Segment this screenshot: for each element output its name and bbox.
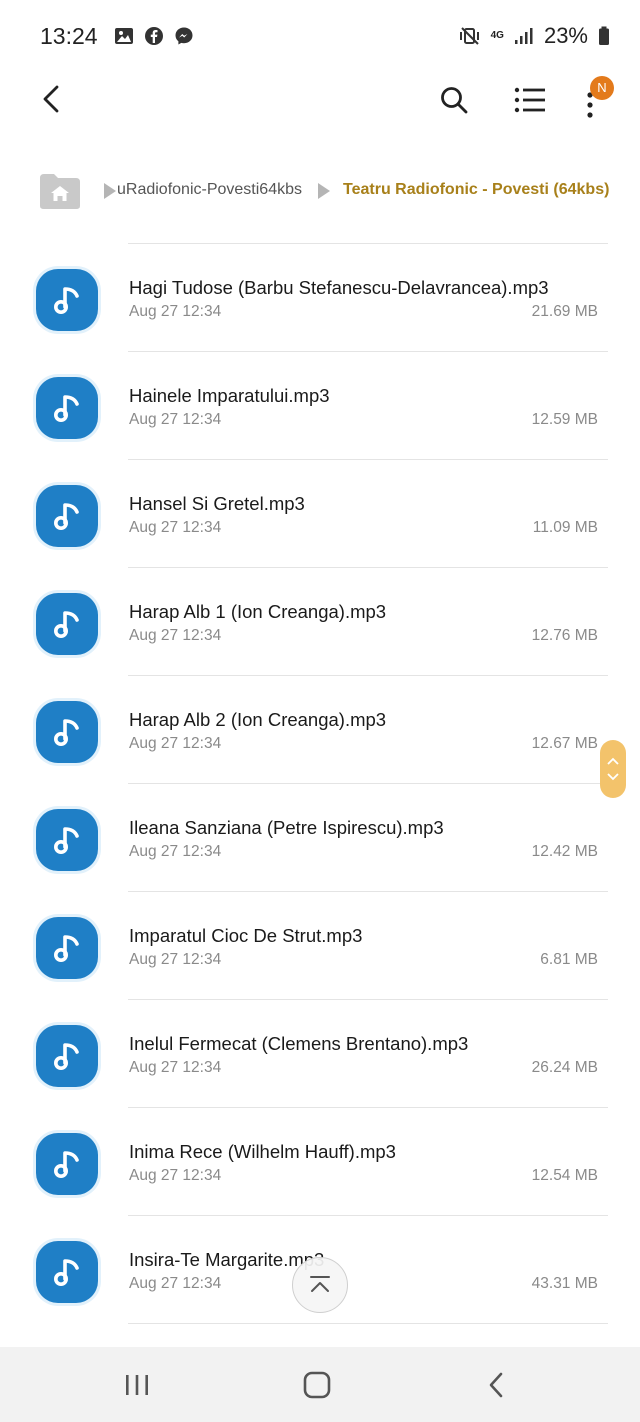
file-row[interactable]: Ileana Sanziana (Petre Ispirescu).mp3 Au… bbox=[0, 784, 640, 891]
network-type-icon: 4G bbox=[490, 30, 504, 41]
battery-percent: 23% bbox=[543, 23, 588, 48]
file-name: Harap Alb 1 (Ion Creanga).mp3 bbox=[129, 601, 387, 622]
file-name: Hansel Si Gretel.mp3 bbox=[129, 493, 305, 514]
chevron-left-icon bbox=[43, 85, 59, 113]
breadcrumb-item[interactable]: uRadiofonic-Povesti64kbs bbox=[117, 181, 302, 199]
battery-icon bbox=[598, 26, 610, 46]
file-name: Hagi Tudose (Barbu Stefanescu-Delavrance… bbox=[129, 277, 549, 298]
file-row[interactable]: Harap Alb 2 (Ion Creanga).mp3 Aug 27 12:… bbox=[0, 676, 640, 783]
file-name: Imparatul Cioc De Strut.mp3 bbox=[129, 925, 363, 946]
music-file-icon bbox=[36, 1241, 98, 1303]
status-bar: 13:24 4G 23% bbox=[0, 0, 640, 72]
search-icon bbox=[441, 87, 468, 114]
scroll-to-top-button[interactable] bbox=[292, 1257, 348, 1313]
navigation-bar bbox=[0, 1347, 640, 1422]
file-row[interactable]: Hagi Tudose (Barbu Stefanescu-Delavrance… bbox=[0, 244, 640, 351]
file-size: 6.81 MB bbox=[540, 951, 598, 968]
music-file-icon bbox=[36, 917, 98, 979]
breadcrumb-separator-icon bbox=[104, 183, 116, 199]
home-nav-icon[interactable] bbox=[303, 1371, 331, 1399]
vibrate-mute-icon bbox=[459, 26, 481, 46]
breadcrumb-current[interactable]: Teatru Radiofonic - Povesti (64kbs) bbox=[343, 181, 609, 199]
music-file-icon bbox=[36, 377, 98, 439]
notification-badge: N bbox=[590, 76, 614, 100]
file-size: 12.59 MB bbox=[531, 411, 598, 428]
file-size: 26.24 MB bbox=[531, 1059, 598, 1076]
file-size: 12.67 MB bbox=[531, 735, 598, 752]
file-row[interactable]: Hansel Si Gretel.mp3 Aug 27 12:34 11.09 … bbox=[0, 460, 640, 567]
status-right: 4G 23% bbox=[459, 23, 610, 49]
facebook-icon bbox=[144, 26, 164, 46]
chevron-down-icon bbox=[607, 773, 619, 781]
file-size: 21.69 MB bbox=[531, 303, 598, 320]
home-folder-icon bbox=[40, 174, 80, 209]
music-file-icon bbox=[36, 593, 98, 655]
gallery-icon bbox=[114, 27, 134, 45]
file-date: Aug 27 12:34 bbox=[129, 843, 222, 860]
file-size: 11.09 MB bbox=[532, 519, 598, 536]
file-row[interactable]: Hainele Imparatului.mp3 Aug 27 12:34 12.… bbox=[0, 352, 640, 459]
status-time: 13:24 bbox=[40, 22, 98, 49]
file-row[interactable]: Imparatul Cioc De Strut.mp3 Aug 27 12:34… bbox=[0, 892, 640, 999]
messenger-icon bbox=[174, 26, 194, 46]
file-row[interactable]: Inima Rece (Wilhelm Hauff).mp3 Aug 27 12… bbox=[0, 1108, 640, 1215]
more-options-button[interactable]: N bbox=[578, 76, 614, 122]
fast-scroll-handle[interactable] bbox=[600, 740, 626, 798]
file-name: Inelul Fermecat (Clemens Brentano).mp3 bbox=[129, 1033, 469, 1054]
file-date: Aug 27 12:34 bbox=[129, 1275, 222, 1292]
signal-icon bbox=[514, 27, 534, 45]
home-button[interactable] bbox=[38, 172, 82, 210]
status-left: 13:24 bbox=[40, 23, 194, 50]
file-size: 43.31 MB bbox=[531, 1275, 598, 1292]
file-size: 12.54 MB bbox=[531, 1167, 598, 1184]
music-file-icon bbox=[36, 1133, 98, 1195]
file-date: Aug 27 12:34 bbox=[129, 303, 222, 320]
file-size: 12.76 MB bbox=[531, 627, 598, 644]
file-date: Aug 27 12:34 bbox=[129, 519, 222, 536]
file-name: Ileana Sanziana (Petre Ispirescu).mp3 bbox=[129, 817, 444, 838]
music-file-icon bbox=[36, 1025, 98, 1087]
file-date: Aug 27 12:34 bbox=[129, 411, 222, 428]
file-size: 12.42 MB bbox=[531, 843, 598, 860]
back-button[interactable] bbox=[36, 82, 66, 116]
chevron-up-icon bbox=[607, 757, 619, 765]
divider bbox=[128, 1323, 608, 1324]
music-file-icon bbox=[36, 269, 98, 331]
file-row[interactable]: Harap Alb 1 (Ion Creanga).mp3 Aug 27 12:… bbox=[0, 568, 640, 675]
back-nav-icon[interactable] bbox=[486, 1371, 506, 1399]
file-row[interactable]: Inelul Fermecat (Clemens Brentano).mp3 A… bbox=[0, 1000, 640, 1107]
file-name: Insira-Te Margarite.mp3 bbox=[129, 1249, 325, 1270]
file-name: Inima Rece (Wilhelm Hauff).mp3 bbox=[129, 1141, 396, 1162]
list-view-icon bbox=[514, 87, 545, 113]
music-file-icon bbox=[36, 485, 98, 547]
view-list-button[interactable] bbox=[512, 82, 548, 118]
search-button[interactable] bbox=[436, 82, 472, 118]
recent-apps-icon[interactable] bbox=[124, 1373, 150, 1397]
music-file-icon bbox=[36, 701, 98, 763]
file-date: Aug 27 12:34 bbox=[129, 627, 222, 644]
breadcrumb-separator-icon bbox=[318, 183, 330, 199]
music-file-icon bbox=[36, 809, 98, 871]
file-date: Aug 27 12:34 bbox=[129, 1059, 222, 1076]
file-date: Aug 27 12:34 bbox=[129, 735, 222, 752]
file-date: Aug 27 12:34 bbox=[129, 1167, 222, 1184]
file-name: Harap Alb 2 (Ion Creanga).mp3 bbox=[129, 709, 387, 730]
breadcrumb: uRadiofonic-Povesti64kbs Teatru Radiofon… bbox=[0, 164, 640, 218]
file-date: Aug 27 12:34 bbox=[129, 951, 222, 968]
file-name: Hainele Imparatului.mp3 bbox=[129, 385, 330, 406]
app-bar: N bbox=[0, 72, 640, 126]
scroll-top-icon bbox=[310, 1276, 330, 1292]
